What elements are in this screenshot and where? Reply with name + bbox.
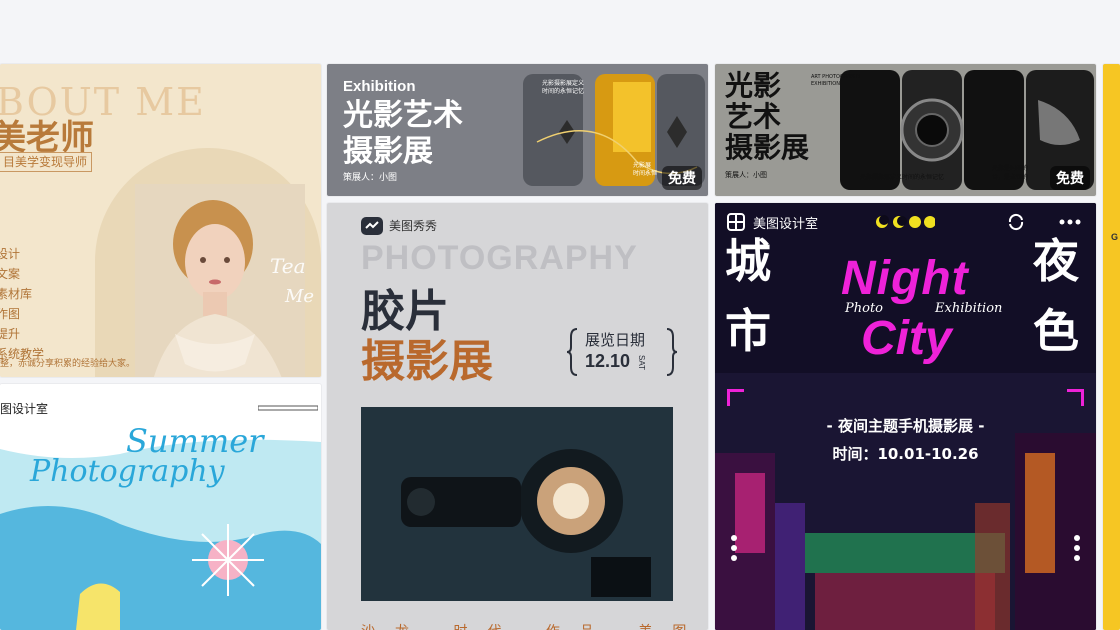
night-subtitle: - 夜间主题手机摄影展 -: [826, 417, 985, 435]
exhibition-2-tiny-text: ART PHOTOGRAPHY EXHIBITION: [811, 74, 861, 87]
exhibition-2-title: 光影 艺术 摄影展: [725, 70, 809, 163]
about-script-b: Me: [285, 286, 315, 307]
meitu-logo-icon: [361, 217, 383, 235]
about-list-item: 设计: [0, 247, 21, 261]
template-card-exhibition-2[interactable]: 光影 艺术 摄影展 ART PHOTOGRAPHY EXHIBITION 策展人…: [715, 64, 1096, 196]
about-list-item: 提升: [0, 327, 21, 341]
exhibition-2-title-line3: 摄影展: [725, 131, 810, 164]
exhibition-2-planner: 策展人：小图: [725, 171, 767, 179]
film-date-day: SAT: [637, 355, 646, 370]
film-date-value: 12.10: [585, 351, 631, 371]
template-card-partial[interactable]: G: [1103, 64, 1120, 630]
template-card-exhibition-1[interactable]: Exhibition 光影艺术 摄影展 策展人：小图 光影摄影展定义 时间的永恒记…: [327, 64, 708, 196]
template-card-summer[interactable]: 图设计室 Summer Photography: [0, 384, 321, 630]
about-script-a: Tea: [270, 254, 306, 278]
night-left-char-1: 城: [725, 234, 771, 288]
exhibition-2-tiny-text2: 光影摄影展定义时间的永恒记忆: [860, 174, 945, 181]
portrait-image: [135, 184, 305, 377]
exhibition-1-title-line2: 摄影展: [343, 134, 433, 169]
about-note: 整，赤诚分享积累的经验给大家。: [0, 359, 136, 369]
exhibition-1-title: 光影艺术 摄影展: [343, 98, 463, 170]
exhibition-1-planner: 策展人：小图: [343, 173, 398, 183]
night-right-char-1: 夜: [1033, 234, 1079, 288]
film-date: 展览日期 12.10 SAT: [567, 327, 677, 377]
corner-bracket: [727, 389, 744, 406]
night-time: 时间：10.01-10.26: [832, 445, 979, 463]
grid-icon: [727, 213, 745, 231]
exhibition-1-title-line1: 光影艺术: [343, 98, 463, 133]
template-card-night-city[interactable]: 美图设计室 城 市 夜 色 Night Photo Exhibition Cit…: [715, 203, 1096, 630]
moon-dots: [876, 215, 935, 228]
template-card-about-teacher[interactable]: BOUT ME 美老师 目美学变现导师 设计 文案 素材库 作图 提升 系统教学…: [0, 64, 321, 377]
side-dots: [1074, 535, 1080, 561]
exhibition-1-en-title: Exhibition: [343, 78, 416, 95]
film-en-title: PHOTOGRAPHY: [361, 239, 638, 277]
exhibition-2-tiny-text3: 光影是时间的 诗，是永恒的: [992, 165, 1029, 181]
city-word: City: [861, 312, 952, 365]
night-brand: 美图设计室: [753, 217, 819, 232]
film-date-label: 展览日期: [585, 331, 646, 349]
about-list-item: 文案: [0, 267, 21, 281]
free-badge: 免费: [662, 166, 702, 190]
about-list-item: 作图: [0, 307, 21, 321]
partial-text: G: [1111, 232, 1119, 242]
template-card-film[interactable]: 美图秀秀 PHOTOGRAPHY 胶片 摄影展 展览日期 12.10 SAT 沙…: [327, 203, 708, 630]
exhibition-1-tiny-text: 光影摄影展定义 时间的永恒记忆: [542, 80, 585, 95]
free-badge: 免费: [1050, 166, 1090, 190]
more-icon: [1059, 219, 1081, 225]
about-list: 设计 文案 素材库 作图 提升 系统教学: [0, 244, 44, 364]
summer-script-2: Photography: [30, 454, 225, 489]
about-list-item: 素材库: [0, 287, 33, 301]
refresh-icon: [1008, 213, 1024, 231]
film-bottom-text: 沙龙 时代 作品 美图 传统: [361, 621, 708, 630]
exhibition-1-tiny-text2: 光影展 时间永恒: [633, 162, 658, 177]
corner-bracket: [1067, 389, 1084, 406]
exhibition-2-title-line2: 艺术: [725, 100, 782, 133]
about-subtitle: 目美学变现导师: [0, 152, 92, 172]
summer-brand: 图设计室: [0, 402, 49, 416]
side-dots: [731, 535, 737, 561]
summer-lines: [258, 405, 318, 411]
night-right-char-2: 色: [1033, 304, 1079, 358]
film-projector-photo: [361, 407, 673, 601]
night-left-char-2: 市: [725, 304, 771, 358]
exhibition-2-title-line1: 光影: [725, 69, 782, 102]
night-word: Night: [841, 252, 969, 305]
film-title-line2: 摄影展: [361, 336, 493, 387]
film-brand: 美图秀秀: [389, 219, 438, 233]
